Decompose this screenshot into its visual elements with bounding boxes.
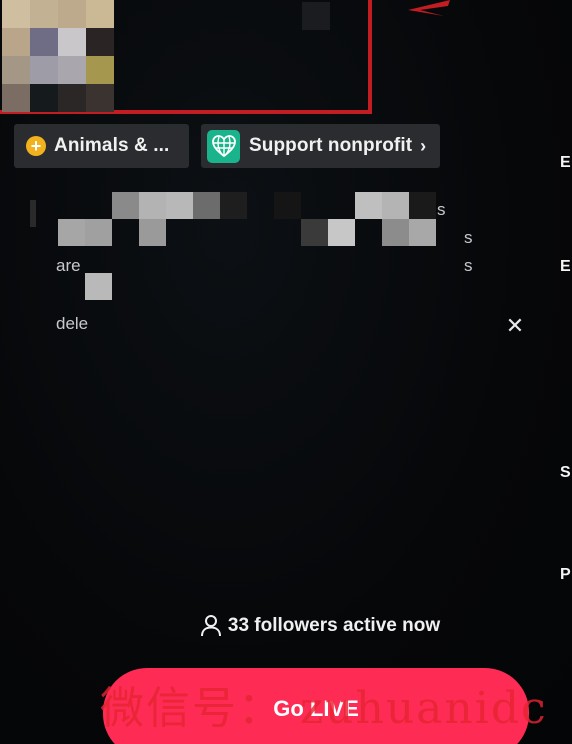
topic-chip-animals[interactable]: + Animals & ... <box>14 124 189 168</box>
description-fragment: s <box>464 228 473 247</box>
description-fragment: dele <box>56 314 89 333</box>
plus-circle-icon: + <box>26 136 46 156</box>
support-nonprofit-chip[interactable]: Support nonprofit › <box>201 124 440 168</box>
followers-active-text: 33 followers active now <box>227 615 441 636</box>
annotation-arrow-icon <box>408 0 450 16</box>
go-live-button[interactable]: Go LIVE <box>103 668 529 744</box>
censored-description <box>30 192 440 332</box>
thumbnail-shadow-cell <box>302 2 330 30</box>
description-fragment: are <box>56 256 81 275</box>
support-nonprofit-label: Support nonprofit <box>249 135 413 156</box>
topic-chip-label: Animals & ... <box>54 135 170 156</box>
description-fragment: s <box>437 200 446 219</box>
cover-thumbnail[interactable] <box>2 0 114 112</box>
right-toolbar-label[interactable]: P <box>560 566 571 584</box>
go-live-setup-screen: + Animals & ... Support nonprofit › s s … <box>0 0 572 744</box>
description-fragment: s <box>464 256 473 275</box>
followers-active-indicator: 33 followers active now <box>0 614 572 638</box>
close-icon[interactable]: ✕ <box>503 313 527 338</box>
right-toolbar-label[interactable]: E <box>560 258 571 276</box>
globe-heart-icon <box>207 129 240 163</box>
person-icon <box>200 615 221 637</box>
right-toolbar-label[interactable]: E <box>560 154 571 172</box>
chevron-right-icon: › <box>420 135 427 156</box>
right-toolbar-label[interactable]: S <box>560 464 571 482</box>
go-live-label: Go LIVE <box>273 696 359 721</box>
